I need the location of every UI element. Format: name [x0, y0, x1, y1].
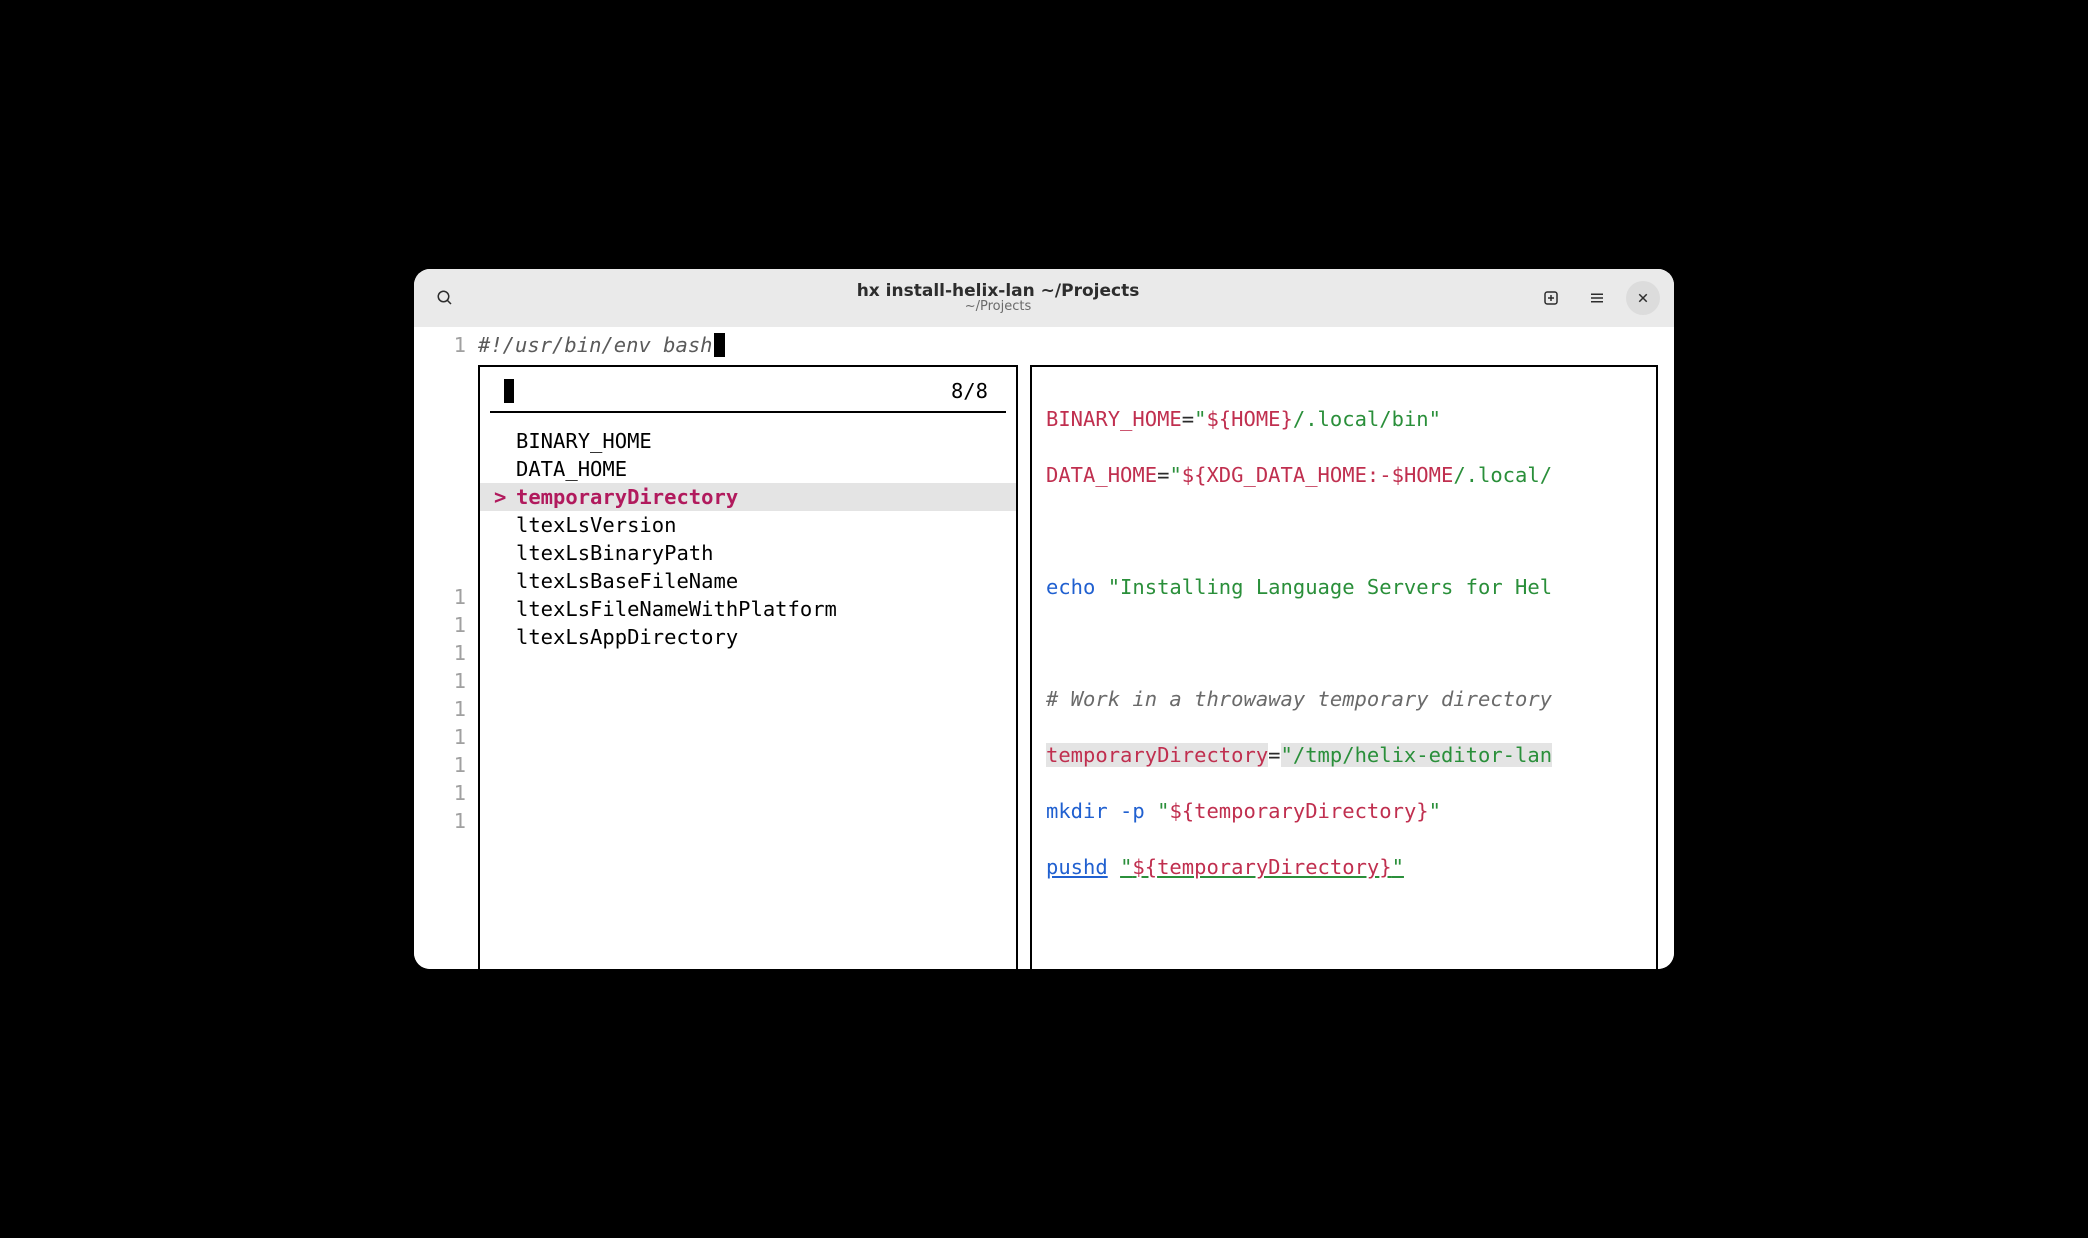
- line-content: #!/usr/bin/env bash: [478, 331, 725, 359]
- shebang: #!/usr/bin/env bash: [478, 333, 713, 357]
- search-icon[interactable]: [428, 281, 462, 315]
- line-number: 1: [454, 779, 466, 807]
- cursor: [714, 333, 725, 357]
- picker-input-cursor[interactable]: [504, 379, 514, 403]
- picker-item[interactable]: ltexLsVersion: [480, 511, 1016, 539]
- picker-item[interactable]: ltexLsBaseFileName: [480, 567, 1016, 595]
- code-line-1: 1 #!/usr/bin/env bash: [414, 327, 1674, 359]
- picker-item-selected[interactable]: temporaryDirectory: [480, 483, 1016, 511]
- terminal-window: hx install-helix-lan ~/Projects ~/Projec…: [414, 269, 1674, 969]
- window-title-group: hx install-helix-lan ~/Projects ~/Projec…: [857, 282, 1140, 315]
- picker-header: 8/8: [490, 367, 1006, 413]
- picker-item[interactable]: DATA_HOME: [480, 455, 1016, 483]
- new-tab-icon[interactable]: [1534, 281, 1568, 315]
- line-number: 1: [454, 723, 466, 751]
- line-number: 1: [454, 639, 466, 667]
- editor-area[interactable]: 1 #!/usr/bin/env bash 1 1 1 1 1 1 1 1 1: [414, 327, 1674, 969]
- line-number: 1: [414, 331, 478, 359]
- picker-item[interactable]: ltexLsBinaryPath: [480, 539, 1016, 567]
- line-number: 1: [454, 611, 466, 639]
- picker-list: BINARY_HOME DATA_HOME temporaryDirectory…: [480, 413, 1016, 651]
- picker-item[interactable]: BINARY_HOME: [480, 427, 1016, 455]
- line-number: 1: [454, 583, 466, 611]
- window-subtitle: ~/Projects: [857, 300, 1140, 314]
- picker-count: 8/8: [951, 377, 988, 405]
- hamburger-menu-icon[interactable]: [1580, 281, 1614, 315]
- close-icon[interactable]: [1626, 281, 1660, 315]
- window-title: hx install-helix-lan ~/Projects: [857, 282, 1140, 301]
- line-number: 1: [454, 667, 466, 695]
- picker-item[interactable]: ltexLsAppDirectory: [480, 623, 1016, 651]
- line-number: 1: [454, 807, 466, 835]
- line-number: 1: [454, 695, 466, 723]
- line-number: 1: [454, 751, 466, 779]
- symbol-picker[interactable]: 8/8 BINARY_HOME DATA_HOME temporaryDirec…: [478, 365, 1018, 969]
- preview-panel: BINARY_HOME="${HOME}/.local/bin" DATA_HO…: [1030, 365, 1658, 969]
- titlebar: hx install-helix-lan ~/Projects ~/Projec…: [414, 269, 1674, 327]
- picker-item[interactable]: ltexLsFileNameWithPlatform: [480, 595, 1016, 623]
- gutter-column: 1 1 1 1 1 1 1 1 1: [414, 359, 478, 969]
